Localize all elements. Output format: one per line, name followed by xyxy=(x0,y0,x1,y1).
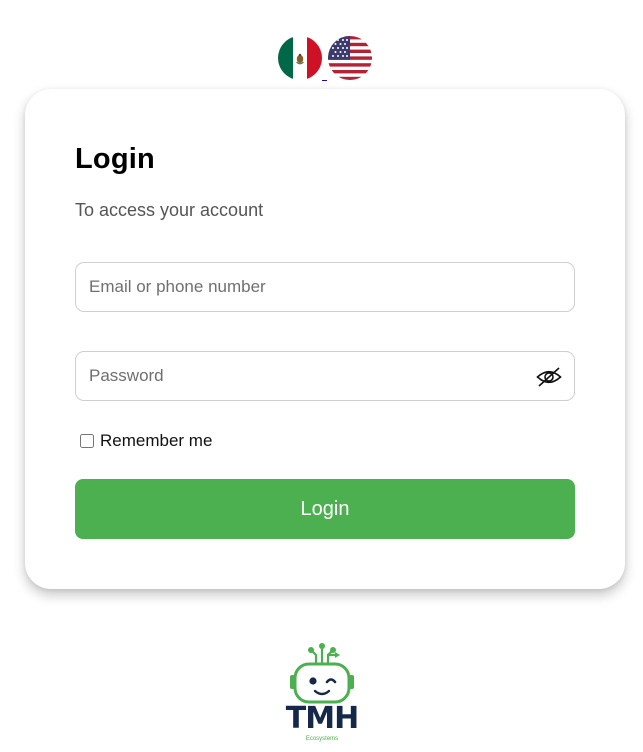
robot-logo-icon xyxy=(290,643,354,704)
remember-me-label[interactable]: Remember me xyxy=(100,431,212,451)
mexico-flag-icon[interactable] xyxy=(278,36,322,80)
password-input[interactable] xyxy=(76,352,574,400)
email-input[interactable] xyxy=(76,263,574,311)
login-card: Login To access your account Remember me… xyxy=(25,89,625,589)
brand-tagline: Ecosystems xyxy=(305,736,339,742)
remember-me-checkbox[interactable] xyxy=(80,434,94,448)
login-title: Login xyxy=(75,143,155,175)
login-button[interactable]: Login xyxy=(75,479,575,539)
remember-me-row: Remember me xyxy=(80,431,212,451)
language-selector xyxy=(278,36,374,82)
password-field xyxy=(75,351,575,401)
flag-link-underline xyxy=(322,80,327,81)
brand-name: TMH xyxy=(285,701,359,736)
usa-flag-icon[interactable] xyxy=(328,36,372,80)
email-field xyxy=(75,262,575,312)
login-subtitle: To access your account xyxy=(75,200,264,220)
brand-logo: TMH Ecosystems xyxy=(279,641,365,745)
eye-slash-icon[interactable] xyxy=(536,365,562,389)
